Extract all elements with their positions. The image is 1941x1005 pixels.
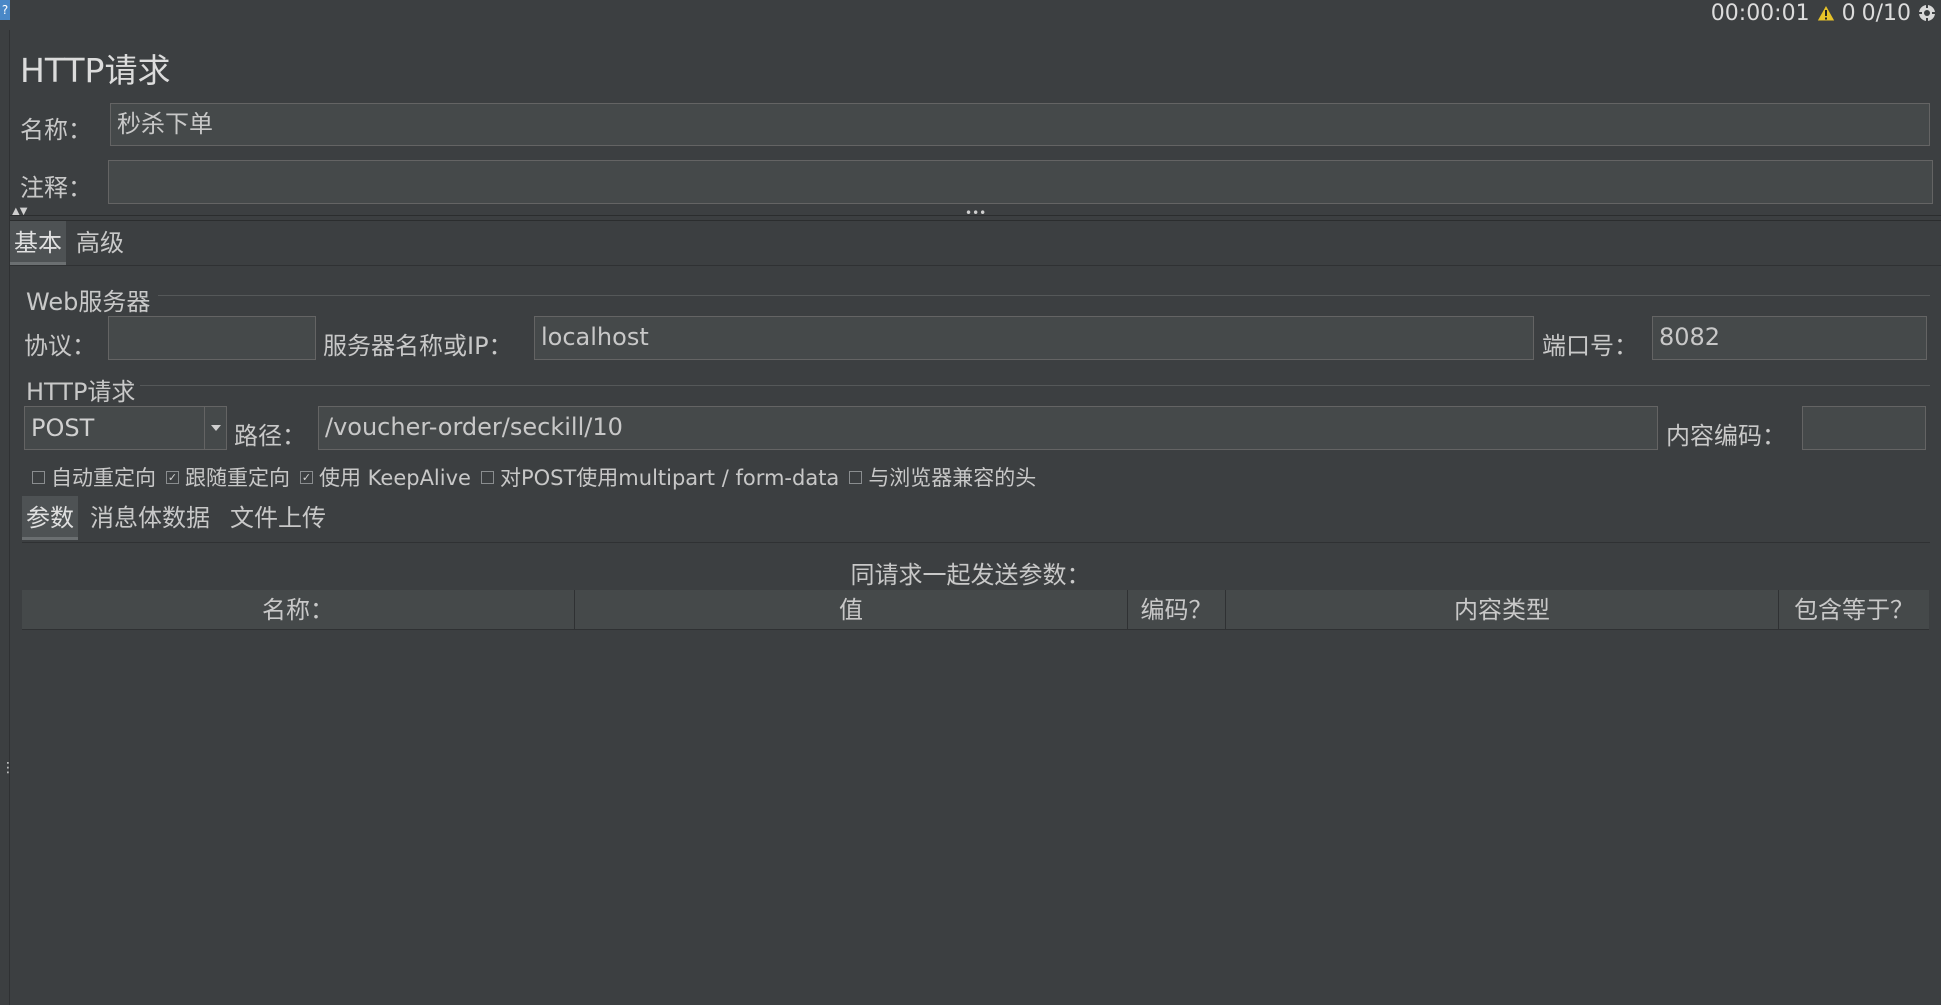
multipart-checkbox[interactable]: 对POST使用multipart / form-data [480, 462, 839, 492]
port-label: 端口号： [1542, 332, 1638, 360]
warning-icon[interactable] [1815, 3, 1836, 23]
tab-divider [10, 265, 1941, 266]
checkbox-box[interactable]: ✓ [300, 470, 313, 484]
checkbox-box[interactable] [849, 470, 863, 484]
server-label: 服务器名称或IP： [323, 332, 513, 360]
checkbox-box[interactable] [480, 470, 494, 484]
tab-parameters[interactable]: 参数 [22, 496, 78, 540]
path-input[interactable]: /voucher-order/seckill/10 [318, 406, 1658, 450]
follow-redirect-checkbox[interactable]: ✓ 跟随重定向 [166, 462, 290, 492]
encoding-input[interactable] [1802, 406, 1926, 450]
checkbox-box[interactable]: ✓ [166, 470, 179, 484]
tab-file-upload[interactable]: 文件上传 [226, 496, 330, 540]
resize-handle-icon[interactable]: ⋮ [1, 761, 15, 787]
method-value: POST [31, 414, 95, 442]
auto-redirect-checkbox[interactable]: 自动重定向 [32, 462, 156, 492]
name-input[interactable]: 秒杀下单 [110, 103, 1930, 146]
http-request-group-title: HTTP请求 [26, 378, 136, 406]
warning-count: 0 [1841, 0, 1856, 26]
column-header-encode[interactable]: 编码？ [1128, 590, 1226, 629]
keepalive-checkbox[interactable]: ✓ 使用 KeepAlive [300, 462, 471, 492]
group-divider [140, 385, 1930, 386]
column-header-include-equals[interactable]: 包含等于？ [1779, 590, 1929, 629]
protocol-input[interactable] [108, 316, 316, 360]
group-divider [158, 295, 1930, 296]
elapsed-time: 00:00:01 [1710, 0, 1810, 26]
method-select[interactable]: POST [24, 406, 227, 450]
tab-divider [22, 542, 1930, 543]
run-status: 00:00:01 0 0/10 [1711, 0, 1941, 26]
path-label: 路径： [234, 422, 306, 450]
web-server-group-title: Web服务器 [26, 288, 151, 316]
params-table-header: 名称： 值 编码？ 内容类型 包含等于？ [22, 590, 1929, 630]
comment-input[interactable] [108, 160, 1933, 204]
comment-label: 注释： [20, 174, 92, 202]
chevron-down-icon[interactable] [204, 407, 226, 449]
page-title: HTTP请求 [20, 51, 171, 90]
tab-basic[interactable]: 基本 [10, 221, 66, 265]
gear-icon[interactable] [1917, 3, 1937, 23]
help-button[interactable]: ? [0, 0, 10, 20]
column-header-content-type[interactable]: 内容类型 [1226, 590, 1779, 629]
tab-advanced[interactable]: 高级 [72, 221, 128, 265]
options-row: 自动重定向 ✓ 跟随重定向 ✓ 使用 KeepAlive 对POST使用mult… [32, 462, 1036, 492]
name-label: 名称： [20, 116, 92, 144]
port-input[interactable]: 8082 [1652, 316, 1927, 360]
encoding-label: 内容编码： [1666, 422, 1786, 450]
server-input[interactable]: localhost [534, 316, 1534, 360]
column-header-name[interactable]: 名称： [22, 590, 575, 629]
tab-body-data[interactable]: 消息体数据 [86, 496, 214, 540]
active-threads: 0/10 [1861, 0, 1911, 26]
splitter[interactable] [10, 215, 1941, 221]
status-bar: ? 00:00:01 0 0/10 [0, 0, 1941, 30]
browser-compatible-headers-checkbox[interactable]: 与浏览器兼容的头 [849, 462, 1036, 492]
column-header-value[interactable]: 值 [575, 590, 1128, 629]
left-panel-edge [0, 30, 10, 1005]
params-caption: 同请求一起发送参数： [850, 561, 1091, 589]
checkbox-box[interactable] [32, 470, 45, 484]
protocol-label: 协议： [24, 332, 96, 360]
